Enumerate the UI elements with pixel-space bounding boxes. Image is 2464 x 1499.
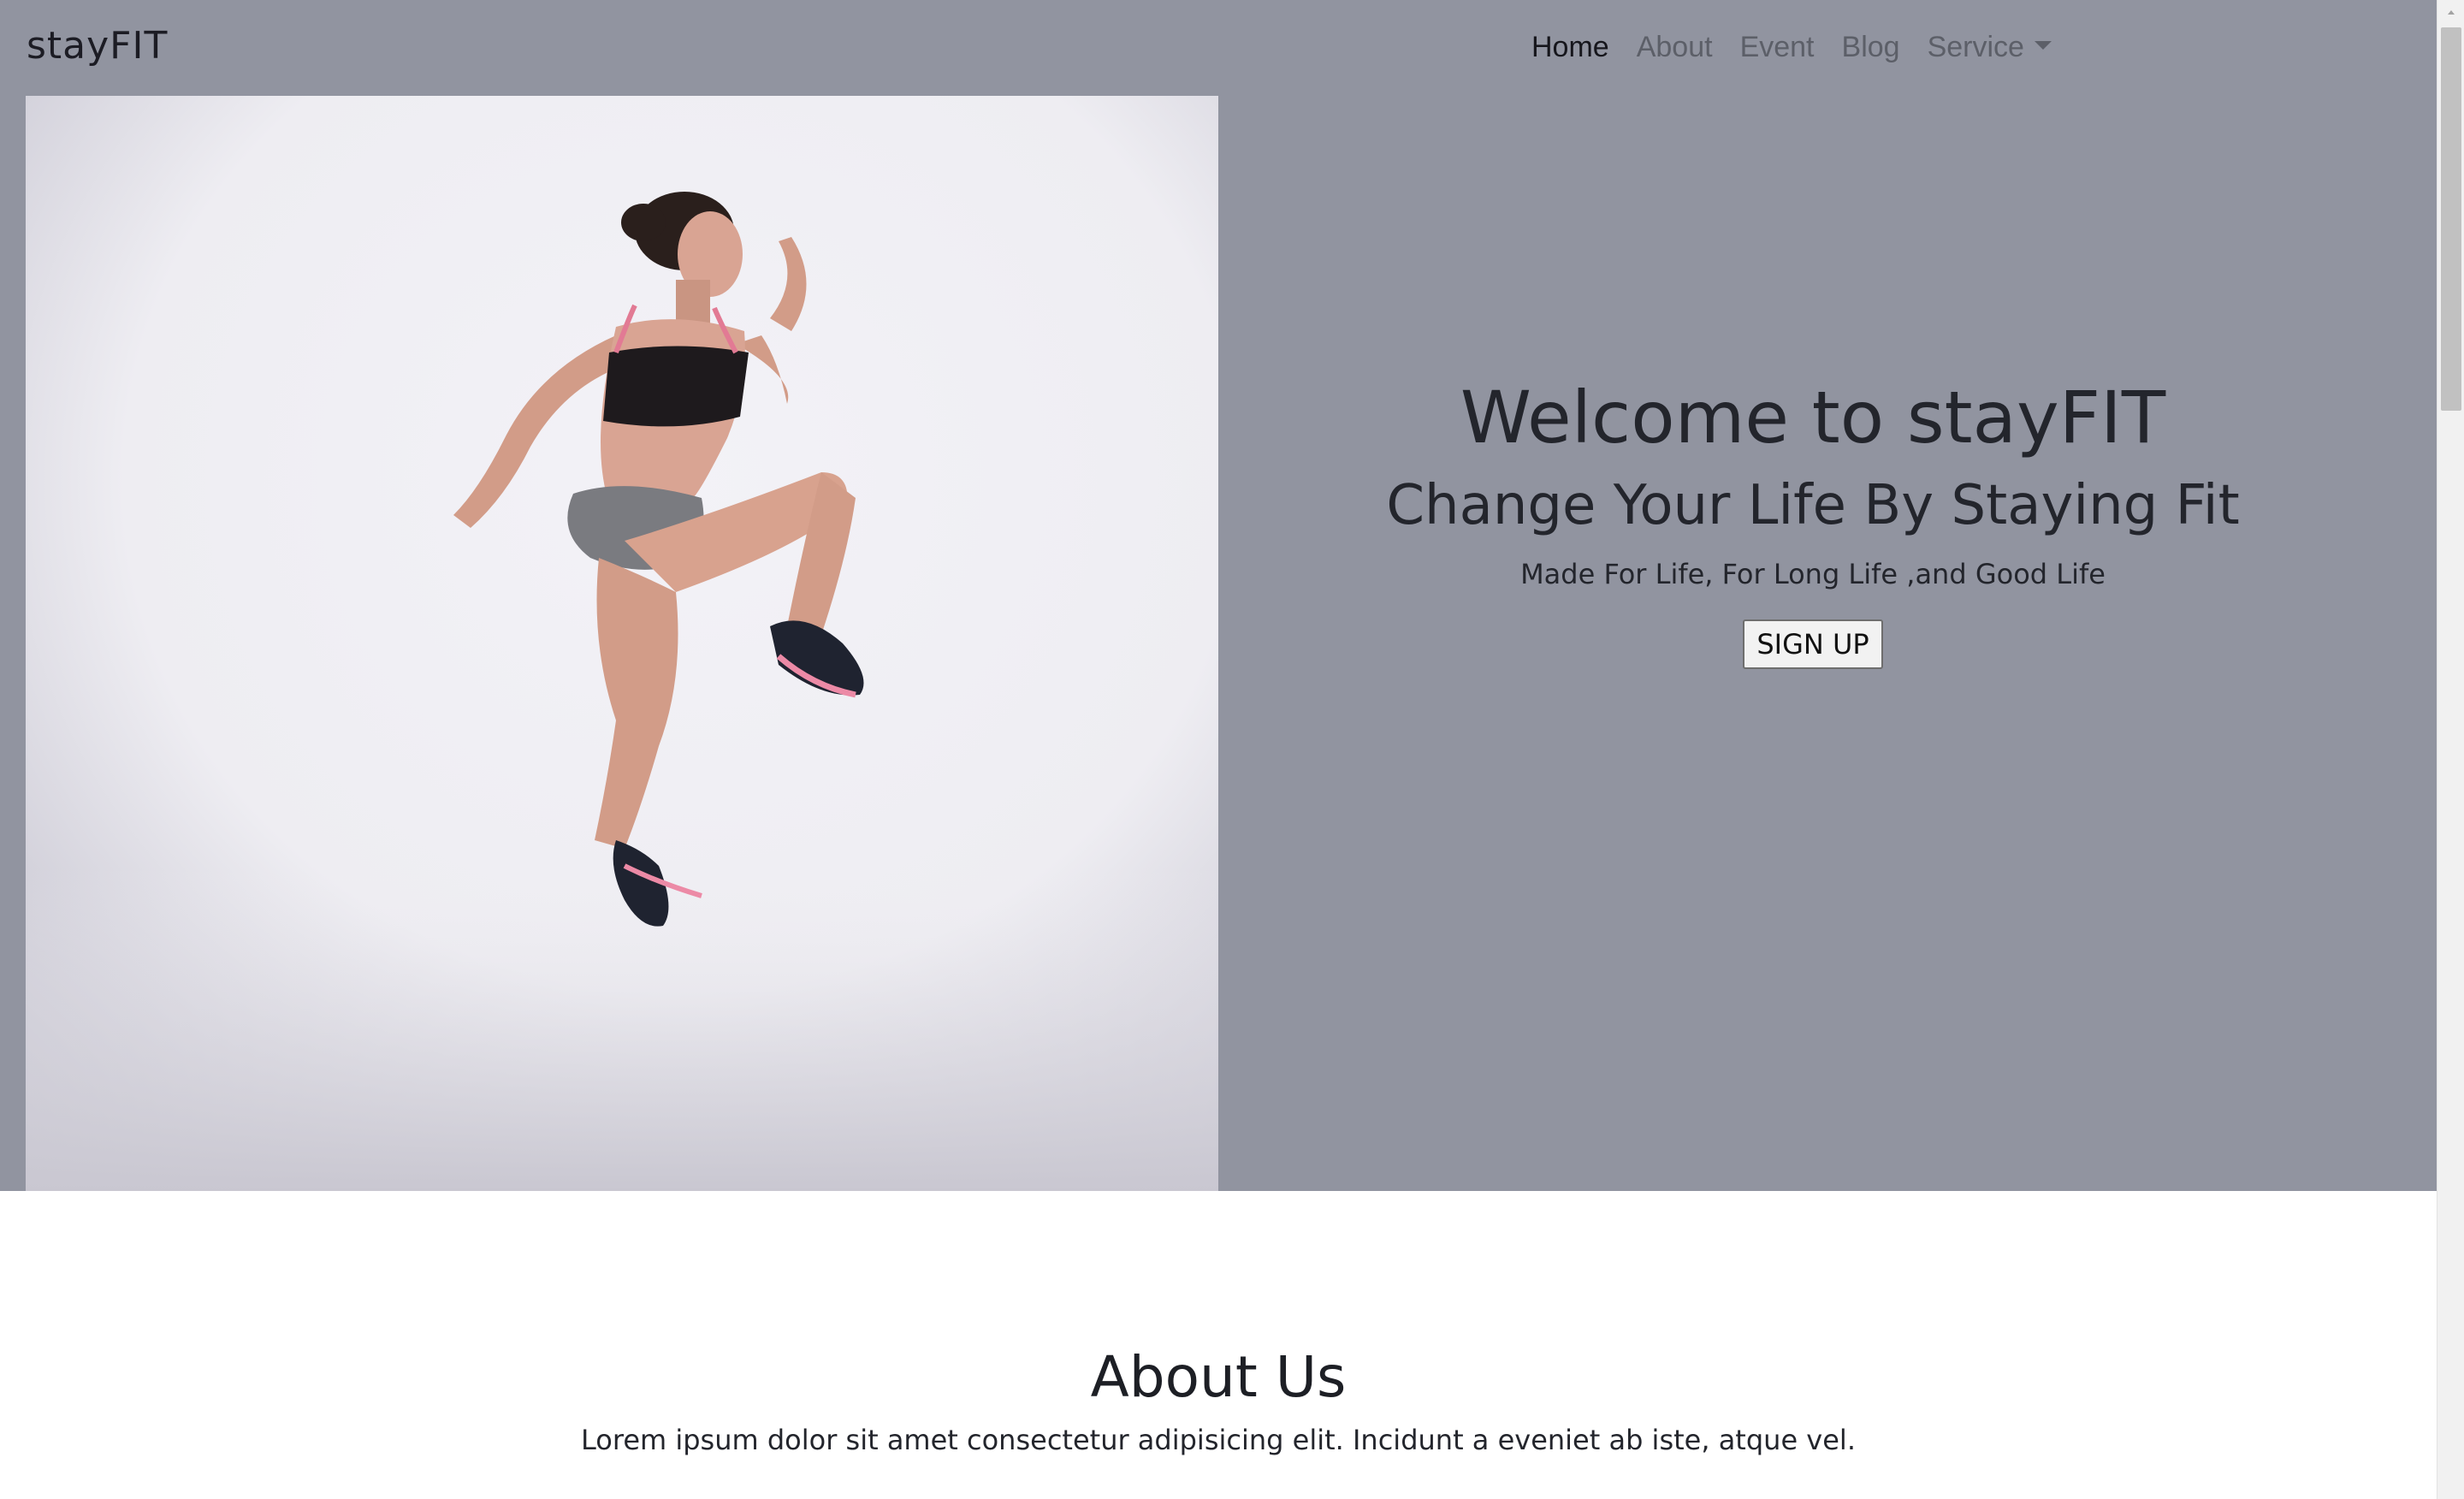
hero-title: Welcome to stayFIT <box>1460 376 2166 459</box>
hero-image <box>26 96 1218 1191</box>
hero-subtitle: Change Your Life By Staying Fit <box>1386 474 2240 537</box>
vertical-scrollbar[interactable] <box>2437 0 2464 1499</box>
hero-section: stayFIT Home About Event Blog Service We… <box>0 0 2437 1191</box>
nav-service-label: Service <box>1927 31 2024 63</box>
brand-logo[interactable]: stayFIT <box>27 24 168 68</box>
hero-text-block: Welcome to stayFIT Change Your Life By S… <box>1218 368 2408 669</box>
hero-tagline: Made For Life, For Long Life ,and Good L… <box>1520 558 2106 590</box>
scrollbar-thumb[interactable] <box>2441 27 2461 411</box>
nav-about[interactable]: About <box>1637 26 1713 68</box>
main-nav: Home About Event Blog Service <box>1531 26 2079 68</box>
nav-service-dropdown[interactable]: Service <box>1928 26 2052 68</box>
nav-event[interactable]: Event <box>1740 26 1815 68</box>
signup-button[interactable]: SIGN UP <box>1743 619 1883 669</box>
about-text: Lorem ipsum dolor sit amet consectetur a… <box>581 1424 1856 1456</box>
page: stayFIT Home About Event Blog Service We… <box>0 0 2437 1499</box>
nav-blog[interactable]: Blog <box>1842 26 1900 68</box>
chevron-down-icon <box>2034 41 2052 50</box>
about-section: About Us Lorem ipsum dolor sit amet cons… <box>0 1191 2437 1499</box>
about-title: About Us <box>1090 1344 1347 1410</box>
arrow-up-icon[interactable] <box>2448 10 2455 15</box>
nav-home[interactable]: Home <box>1531 26 1609 68</box>
